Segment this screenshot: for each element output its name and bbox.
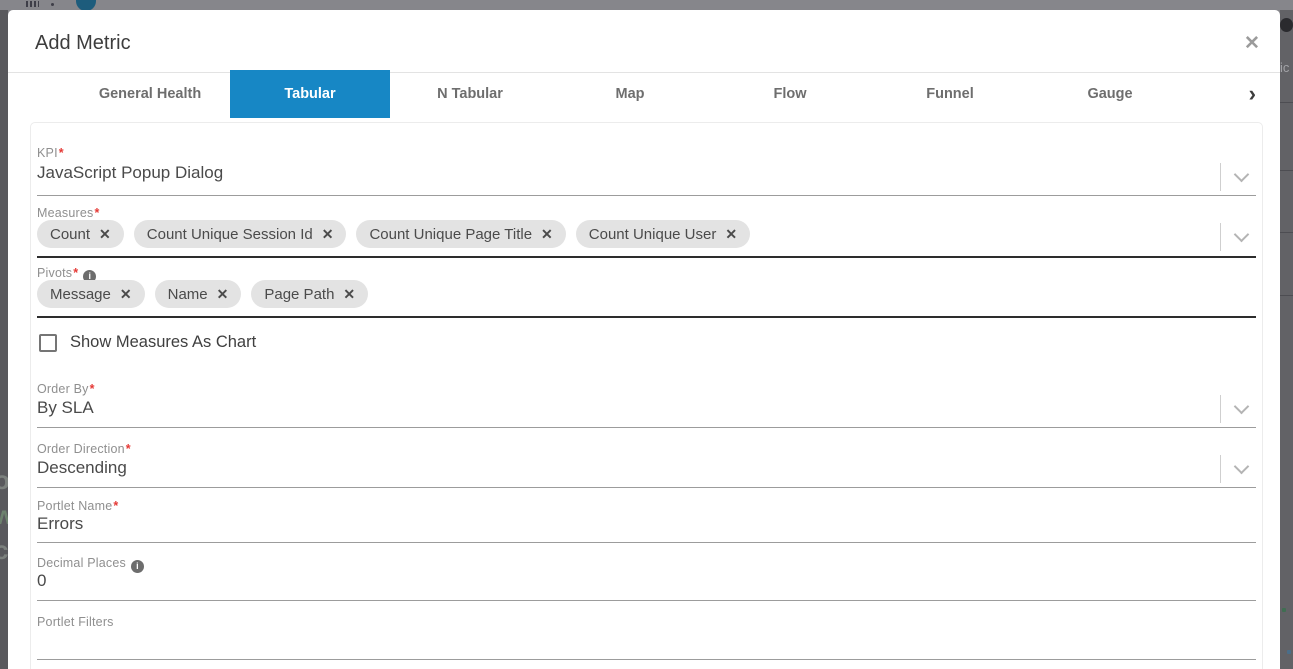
- chip-remove-icon[interactable]: ✕: [217, 286, 229, 303]
- measure-chip[interactable]: Count Unique Session Id✕: [134, 220, 347, 248]
- measure-chip[interactable]: Count✕: [37, 220, 124, 248]
- chevron-down-icon[interactable]: [1234, 167, 1250, 183]
- chip-remove-icon[interactable]: ✕: [725, 226, 737, 243]
- chevron-down-icon[interactable]: [1234, 459, 1250, 475]
- backdrop-right-strip: ic: [1280, 10, 1293, 669]
- pivot-chip[interactable]: Name✕: [155, 280, 242, 308]
- dropdown-separator: [1220, 223, 1221, 251]
- field-underline: [37, 542, 1256, 543]
- metric-form-panel: KPI* JavaScript Popup Dialog Measures* C…: [30, 122, 1263, 669]
- chevron-down-icon[interactable]: [1234, 227, 1250, 243]
- required-asterisk: *: [94, 206, 99, 220]
- tab-gauge[interactable]: Gauge: [1030, 70, 1190, 118]
- tab-flow[interactable]: Flow: [710, 70, 870, 118]
- required-asterisk: *: [59, 146, 64, 160]
- decimal-places-input[interactable]: 0: [37, 571, 46, 591]
- pivot-chip[interactable]: Message✕: [37, 280, 145, 308]
- decimal-places-label: Decimal Placesi: [37, 556, 144, 573]
- chip-remove-icon[interactable]: ✕: [99, 226, 111, 243]
- backdrop-top-strip: [0, 0, 1293, 10]
- chip-remove-icon[interactable]: ✕: [322, 226, 334, 243]
- order-by-label: Order By*: [37, 382, 95, 396]
- field-underline: [37, 195, 1256, 196]
- order-direction-select-value[interactable]: Descending: [37, 458, 127, 478]
- background-text-fragment: w: [0, 500, 8, 531]
- required-asterisk: *: [90, 382, 95, 396]
- background-text-fragment: ic: [1280, 60, 1289, 75]
- background-circle: [1280, 18, 1293, 32]
- dialog-title: Add Metric: [35, 32, 131, 55]
- tab-tabular[interactable]: Tabular: [230, 70, 390, 118]
- field-underline: [37, 316, 1256, 318]
- metric-type-tabbar: General Health Tabular N Tabular Map Flo…: [70, 70, 1190, 118]
- show-measures-as-chart-row[interactable]: Show Measures As Chart: [39, 333, 256, 352]
- dropdown-separator: [1220, 395, 1221, 423]
- screen: o w c i ic Add Metric ✕ General Health T…: [0, 0, 1293, 669]
- portlet-name-input[interactable]: Errors: [37, 514, 83, 534]
- chip-remove-icon[interactable]: ✕: [541, 226, 553, 243]
- background-text-fragment: i: [0, 585, 1, 616]
- dropdown-separator: [1220, 163, 1221, 191]
- portlet-filters-label: Portlet Filters: [37, 615, 114, 629]
- checkbox-label: Show Measures As Chart: [70, 333, 256, 352]
- measure-chip[interactable]: Count Unique Page Title✕: [356, 220, 565, 248]
- chip-remove-icon[interactable]: ✕: [343, 286, 355, 303]
- measures-label: Measures*: [37, 206, 100, 220]
- required-asterisk: *: [113, 499, 118, 513]
- order-by-select-value[interactable]: By SLA: [37, 398, 94, 418]
- portlet-name-label: Portlet Name*: [37, 499, 118, 513]
- kpi-label: KPI*: [37, 146, 64, 160]
- background-bars-icon: [26, 1, 39, 7]
- background-text-fragment: o: [0, 465, 8, 496]
- pivot-chip[interactable]: Page Path✕: [251, 280, 368, 308]
- info-icon: i: [131, 560, 144, 573]
- backdrop-left-strip: o w c i: [0, 10, 8, 669]
- tab-general-health[interactable]: General Health: [70, 70, 230, 118]
- measures-chip-list: Count✕ Count Unique Session Id✕ Count Un…: [37, 220, 750, 248]
- tab-n-tabular[interactable]: N Tabular: [390, 70, 550, 118]
- field-underline: [37, 487, 1256, 488]
- dropdown-separator: [1220, 455, 1221, 483]
- required-asterisk: *: [126, 442, 131, 456]
- field-underline: [37, 256, 1256, 258]
- more-tabs-chevron-right-icon[interactable]: ›: [1249, 70, 1256, 118]
- show-measures-as-chart-checkbox[interactable]: [39, 334, 57, 352]
- pivots-chip-list: Message✕ Name✕ Page Path✕: [37, 280, 368, 308]
- close-icon[interactable]: ✕: [1238, 30, 1266, 58]
- order-direction-label: Order Direction*: [37, 442, 131, 456]
- add-metric-dialog: Add Metric ✕ General Health Tabular N Ta…: [8, 10, 1280, 669]
- field-underline: [37, 659, 1256, 660]
- chip-remove-icon[interactable]: ✕: [120, 286, 132, 303]
- tab-funnel[interactable]: Funnel: [870, 70, 1030, 118]
- tab-map[interactable]: Map: [550, 70, 710, 118]
- background-text-fragment: c: [0, 535, 8, 566]
- measure-chip[interactable]: Count Unique User✕: [576, 220, 750, 248]
- chevron-down-icon[interactable]: [1234, 399, 1250, 415]
- field-underline: [37, 427, 1256, 428]
- background-dot: [51, 3, 54, 6]
- field-underline: [37, 600, 1256, 601]
- kpi-select-value[interactable]: JavaScript Popup Dialog: [37, 163, 223, 183]
- required-asterisk: *: [73, 266, 78, 280]
